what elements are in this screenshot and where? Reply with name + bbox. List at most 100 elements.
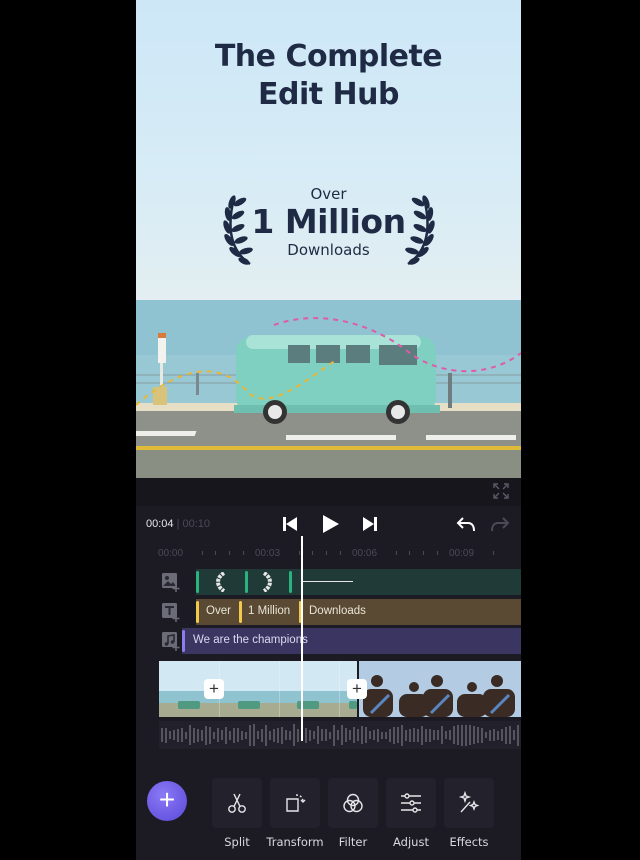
waveform-bar	[337, 730, 339, 740]
app-screen: The Complete Edit Hub Over 1 Million Dow…	[136, 0, 521, 860]
timeline-editor: 00:04 | 00:10 00:00 00:03 00:06 00:09 Ov…	[136, 478, 521, 860]
waveform-bar	[297, 728, 299, 742]
waveform-bar	[321, 729, 323, 741]
waveform-bar	[461, 724, 463, 746]
waveform-bar	[373, 730, 375, 740]
waveform-bar	[305, 727, 307, 743]
waveform-bar	[185, 731, 187, 739]
waveform-bar	[265, 724, 267, 746]
video-preview[interactable]	[136, 295, 521, 478]
ruler-tick	[409, 551, 410, 555]
waveform-bar	[453, 726, 455, 744]
ruler-tick	[202, 551, 203, 555]
waveform-bar	[369, 731, 371, 739]
waveform-bar	[281, 726, 283, 744]
add-media-button[interactable]: +	[147, 781, 187, 821]
text-segment[interactable]: Downloads	[309, 605, 366, 617]
total-time: 00:10	[182, 518, 211, 530]
sticker-duration-line	[301, 581, 353, 582]
laurel-sticker-icon[interactable]	[214, 572, 226, 592]
undo-icon[interactable]	[455, 513, 477, 535]
waveform-bar	[193, 727, 195, 743]
ruler-tick	[312, 551, 313, 555]
award-badge: Over 1 Million Downloads	[136, 185, 521, 259]
image-add-icon[interactable]	[160, 571, 182, 593]
text-marker[interactable]	[239, 601, 242, 623]
video-clip-van[interactable]	[159, 661, 357, 717]
waveform-bar	[161, 728, 163, 742]
text-track[interactable]: Over 1 Million Downloads	[158, 599, 521, 625]
ruler-tick	[243, 551, 244, 555]
waveform-bar	[249, 724, 251, 746]
waveform-bar	[229, 730, 231, 740]
waveform-bar	[261, 728, 263, 742]
ruler-label: 00:06	[352, 548, 378, 559]
ruler-label: 00:00	[158, 548, 184, 559]
laurel-sticker-icon[interactable]	[262, 572, 274, 592]
waveform-bar	[173, 730, 175, 740]
time-separator: |	[176, 518, 180, 530]
waveform-bar	[345, 728, 347, 742]
text-track-body[interactable]: Over 1 Million Downloads	[196, 599, 521, 625]
waveform-bar	[201, 729, 203, 741]
waveform-bar	[357, 729, 359, 741]
waveform-bar	[293, 724, 295, 746]
waveform-bar	[209, 726, 211, 744]
text-add-icon[interactable]	[160, 601, 182, 623]
waveform-bar	[245, 731, 247, 739]
redo-icon[interactable]	[489, 513, 511, 535]
effects-tool-button[interactable]: Effects	[444, 778, 494, 850]
play-icon[interactable]	[319, 513, 341, 535]
waveform-bar	[313, 731, 315, 739]
add-transition-button[interactable]: +	[347, 679, 367, 699]
skip-forward-icon[interactable]	[359, 513, 381, 535]
waveform-bar	[197, 728, 199, 742]
ruler-tick	[493, 551, 494, 555]
waveform-bar	[393, 726, 395, 744]
laurel-right-icon	[405, 195, 435, 266]
waveform-bar	[329, 731, 331, 739]
text-segment[interactable]: Over	[206, 605, 231, 617]
time-ruler[interactable]: 00:00 00:03 00:06 00:09	[136, 548, 521, 562]
waveform-bar	[433, 730, 435, 740]
text-marker[interactable]	[196, 601, 199, 623]
video-clips[interactable]: + +	[159, 661, 521, 717]
fullscreen-icon[interactable]	[493, 483, 509, 499]
sticker-track-body[interactable]	[196, 569, 521, 595]
audio-waveform[interactable]	[159, 721, 521, 749]
playhead[interactable]	[301, 536, 303, 741]
bottom-toolbar: + Split Transform Filter Adjust Effects	[136, 768, 521, 860]
music-title[interactable]: We are the champions	[193, 634, 308, 646]
preview-toolbar	[136, 478, 521, 506]
ruler-tick	[423, 551, 424, 555]
ruler-label: 00:03	[255, 548, 281, 559]
ruler-tick	[340, 551, 341, 555]
promo-title-line2: Edit Hub	[258, 77, 399, 112]
music-track-body[interactable]: We are the champions	[182, 628, 521, 654]
add-transition-button[interactable]: +	[204, 679, 224, 699]
text-segment[interactable]: 1 Million	[248, 605, 290, 617]
waveform-bar	[489, 729, 491, 741]
ruler-label: 00:09	[449, 548, 475, 559]
waveform-bar	[273, 728, 275, 742]
music-add-icon[interactable]	[160, 630, 182, 652]
waveform-bar	[413, 728, 415, 742]
filter-icon	[343, 793, 363, 813]
sticker-marker[interactable]	[289, 571, 292, 593]
sticker-track[interactable]	[158, 569, 521, 595]
waveform-bar	[473, 726, 475, 744]
video-clip-people[interactable]	[359, 661, 521, 717]
waveform-bar	[317, 726, 319, 744]
music-track[interactable]: We are the champions	[158, 628, 521, 654]
waveform-bar	[177, 728, 179, 742]
waveform-bar	[425, 728, 427, 742]
waveform-bar	[221, 730, 223, 740]
waveform-bar	[469, 725, 471, 745]
music-marker[interactable]	[182, 630, 185, 652]
waveform-bar	[213, 731, 215, 739]
waveform-bar	[341, 725, 343, 745]
sticker-marker[interactable]	[196, 571, 199, 593]
ruler-tick	[396, 551, 397, 555]
skip-back-icon[interactable]	[279, 513, 301, 535]
sticker-marker[interactable]	[245, 571, 248, 593]
